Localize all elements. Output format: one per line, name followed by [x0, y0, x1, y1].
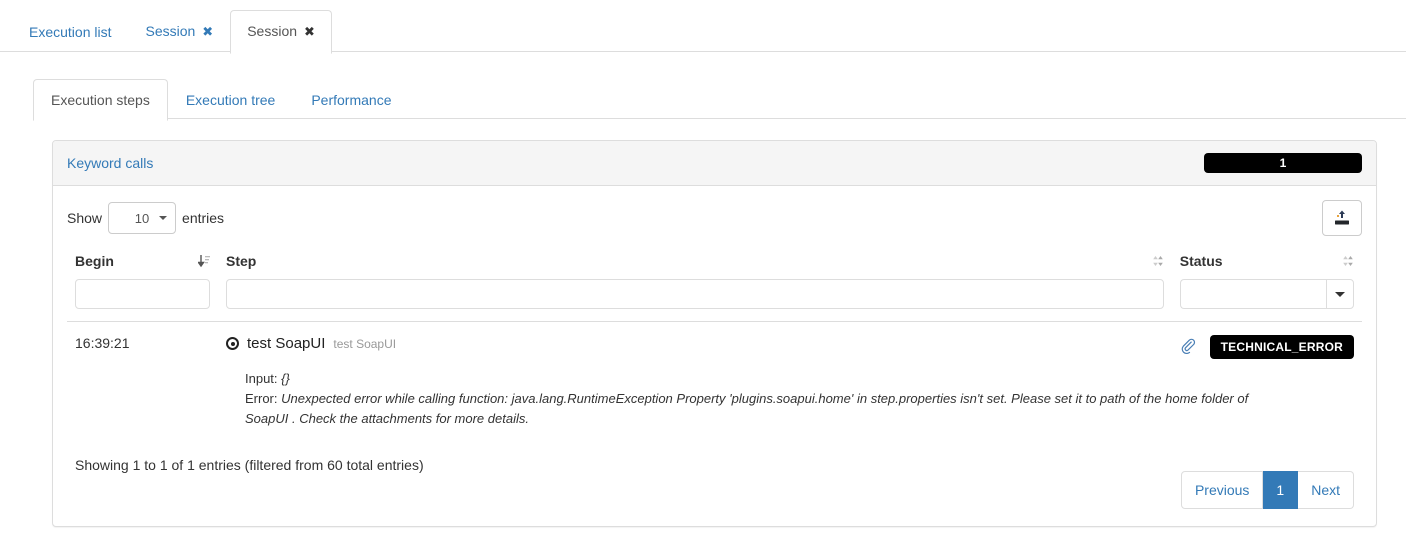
session-tab-label: Session	[247, 23, 298, 39]
export-button[interactable]	[1322, 200, 1362, 236]
panel-header: Keyword calls 1	[53, 141, 1376, 186]
filter-input-step[interactable]	[226, 279, 1164, 309]
tab-label: Execution tree	[185, 92, 276, 108]
table-header-row: Begin Step Status	[67, 245, 1362, 279]
pagination-previous[interactable]: Previous	[1180, 471, 1264, 509]
session-tab-bar: Execution list Session ✖ Session ✖	[0, 0, 1406, 54]
keyword-calls-table: Begin Step Status 16:39:21 test SoapUI t…	[67, 245, 1362, 450]
panel-title[interactable]: Keyword calls	[67, 155, 153, 171]
session-tab-label: Execution list	[29, 24, 112, 40]
attachment-icon[interactable]	[1180, 338, 1196, 357]
cell-begin: 16:39:21	[67, 321, 218, 359]
tab-performance[interactable]: Performance	[293, 79, 409, 121]
chevron-down-icon	[159, 216, 168, 220]
detail-error-value: Unexpected error while calling function:…	[245, 391, 1249, 426]
chevron-down-icon	[1334, 291, 1345, 297]
table-row-detail: Input: {} Error: Unexpected error while …	[67, 359, 1362, 450]
cell-step-detail: Input: {} Error: Unexpected error while …	[218, 359, 1362, 450]
column-label-begin: Begin	[75, 253, 114, 269]
table-controls: Show 10 entries	[67, 200, 1362, 236]
cell-status: TECHNICAL_ERROR	[1171, 321, 1362, 359]
sort-neutral-icon	[1342, 254, 1354, 268]
table-row[interactable]: 16:39:21 test SoapUI test SoapUI TECHNIC…	[67, 321, 1362, 359]
column-header-begin[interactable]: Begin	[67, 245, 218, 279]
close-icon[interactable]: ✖	[304, 24, 315, 39]
keyword-calls-count-badge: 1	[1204, 153, 1362, 173]
column-header-status[interactable]: Status	[1172, 245, 1362, 279]
column-header-step[interactable]: Step	[218, 245, 1172, 279]
session-tab-session-2[interactable]: Session ✖	[230, 10, 332, 54]
table-info: Showing 1 to 1 of 1 entries (filtered fr…	[75, 457, 424, 473]
detail-error-line: Error: Unexpected error while calling fu…	[245, 389, 1255, 429]
keyword-calls-panel: Keyword calls 1 Show 10 entries Begin St…	[52, 140, 1377, 527]
page-length-select[interactable]: 10	[108, 202, 177, 234]
filter-cell-step	[218, 279, 1172, 322]
step-keyword-name: test SoapUI	[333, 336, 397, 351]
column-label-status: Status	[1179, 253, 1223, 269]
detail-input-line: Input: {}	[245, 369, 1255, 389]
pagination: Previous 1 Next	[1180, 471, 1354, 509]
filter-input-begin[interactable]	[75, 279, 210, 309]
table-filter-row	[67, 279, 1362, 322]
tab-label: Execution steps	[51, 92, 150, 108]
sort-neutral-icon	[1152, 254, 1164, 268]
pagination-page-1[interactable]: 1	[1263, 471, 1299, 509]
step-name: test SoapUI	[247, 335, 326, 352]
filter-status-dropdown-button[interactable]	[1325, 279, 1354, 309]
pagination-next[interactable]: Next	[1298, 471, 1354, 509]
cell-step: test SoapUI test SoapUI	[218, 321, 1172, 359]
session-tab-label: Session	[145, 23, 196, 39]
status-badge: TECHNICAL_ERROR	[1209, 335, 1354, 359]
filter-cell-status	[1172, 279, 1362, 322]
export-icon	[1335, 210, 1349, 225]
step-status-circle-icon	[226, 337, 239, 350]
page-length-control: Show 10 entries	[67, 202, 224, 234]
close-icon[interactable]: ✖	[202, 24, 213, 39]
sort-descending-icon	[197, 254, 210, 268]
detail-input-label: Input:	[245, 371, 278, 386]
tab-execution-tree[interactable]: Execution tree	[168, 79, 294, 121]
panel-body: Show 10 entries Begin Step Status 16:39:…	[53, 186, 1376, 526]
tab-label: Performance	[311, 92, 392, 108]
filter-cell-begin	[67, 279, 218, 322]
execution-tab-bar: Execution steps Execution tree Performan…	[33, 79, 1406, 121]
tab-execution-steps[interactable]: Execution steps	[33, 79, 168, 121]
column-label-step: Step	[226, 253, 257, 269]
session-tab-session-1[interactable]: Session ✖	[128, 10, 230, 54]
detail-input-value: {}	[281, 371, 290, 386]
show-label: Show	[67, 210, 103, 226]
session-tab-execution-list[interactable]: Execution list	[12, 11, 128, 54]
detail-error-label: Error:	[245, 391, 278, 406]
page-length-value: 10	[134, 210, 150, 226]
filter-input-status[interactable]	[1179, 279, 1326, 309]
entries-label: entries	[182, 210, 225, 226]
table-footer: Showing 1 to 1 of 1 entries (filtered fr…	[67, 450, 1362, 509]
